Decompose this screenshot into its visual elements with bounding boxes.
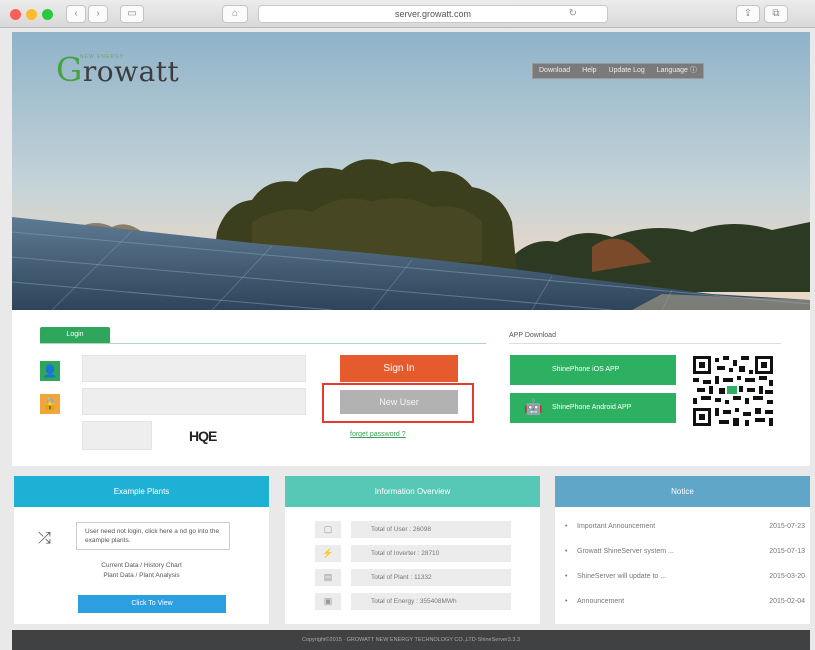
user-icon: ▢ bbox=[315, 521, 341, 538]
plant-icon: ▤ bbox=[315, 569, 341, 586]
share-home-button[interactable]: ⌂ bbox=[222, 5, 248, 23]
top-nav: Download Help Update Log Language ⓘ bbox=[532, 63, 704, 79]
inverter-icon: ⚡ bbox=[315, 545, 341, 562]
forgot-password-link[interactable]: forget password ? bbox=[350, 431, 406, 438]
energy-icon: ▣ bbox=[315, 593, 341, 610]
share-icon: ⇪ bbox=[743, 8, 753, 19]
login-tab[interactable]: Login bbox=[40, 327, 110, 343]
reload-icon[interactable]: ↻ bbox=[569, 6, 577, 22]
ios-app-button[interactable]: ShinePhone iOS APP bbox=[510, 355, 676, 385]
captcha-input[interactable] bbox=[82, 421, 152, 450]
url-text: server.growatt.com bbox=[394, 9, 472, 19]
tabs-icon: ⧉ bbox=[772, 8, 780, 19]
example-note: User need not login, click here a nd go … bbox=[76, 522, 230, 550]
info-row-energy: ▣ Total of Energy : 355408MWh bbox=[315, 593, 511, 610]
example-links-line2: Plant Data / Plant Analysis bbox=[103, 572, 180, 579]
notice-panel: Notice • Important Announcement 2015-07-… bbox=[555, 476, 810, 624]
info-row-user: ▢ Total of User : 26098 bbox=[315, 521, 511, 538]
username-input[interactable] bbox=[82, 355, 306, 382]
notice-header: Notice bbox=[555, 476, 810, 507]
hero-banner: Growatt NEW ENERGY Download Help Update … bbox=[12, 32, 810, 310]
close-window-button[interactable] bbox=[10, 9, 21, 20]
captcha-image[interactable]: HQE bbox=[189, 428, 217, 444]
example-plants-header: Example Plants bbox=[14, 476, 269, 507]
information-overview-panel: Information Overview ▢ Total of User : 2… bbox=[285, 476, 540, 624]
info-row-inverter: ⚡ Total of Inverter : 28710 bbox=[315, 545, 511, 562]
nav-language[interactable]: Language ⓘ bbox=[651, 64, 703, 78]
example-plants-panel: Example Plants ⤮ User need not login, cl… bbox=[14, 476, 269, 624]
url-bar[interactable]: server.growatt.com ↻ bbox=[258, 5, 608, 23]
share-button[interactable]: ⇪ bbox=[736, 5, 760, 23]
click-to-view-button[interactable]: Click To View bbox=[78, 595, 226, 613]
sign-in-button[interactable]: Sign In bbox=[340, 355, 458, 382]
minimize-window-button[interactable] bbox=[26, 9, 37, 20]
back-button[interactable]: ‹ bbox=[66, 5, 86, 23]
app-download-title: APP Download bbox=[509, 332, 556, 339]
browser-toolbar: ‹ › ▭ ⌂ server.growatt.com ↻ ⇪ ⧉ bbox=[0, 0, 815, 28]
login-divider bbox=[40, 343, 486, 344]
user-icon: 👤 bbox=[40, 361, 60, 381]
lock-icon: 🔒 bbox=[40, 394, 60, 414]
new-user-button[interactable]: New User bbox=[340, 390, 458, 414]
tabs-button[interactable]: ⧉ bbox=[764, 5, 788, 23]
footer: Copyright©2015 · GROWATT NEW ENERGY TECH… bbox=[12, 630, 810, 650]
zoom-window-button[interactable] bbox=[42, 9, 53, 20]
information-overview-header: Information Overview bbox=[285, 476, 540, 507]
forward-button[interactable]: › bbox=[88, 5, 108, 23]
shuffle-icon: ⤮ bbox=[38, 530, 51, 547]
app-download-divider bbox=[509, 343, 781, 344]
sidebar-icon: ▭ bbox=[127, 8, 137, 19]
back-chevron-icon: ‹ bbox=[74, 8, 78, 19]
sidebar-button[interactable]: ▭ bbox=[120, 5, 144, 23]
logo-tagline: NEW ENERGY bbox=[80, 54, 125, 60]
password-input[interactable] bbox=[82, 388, 306, 415]
android-icon: 🤖 bbox=[524, 399, 543, 416]
home-icon: ⌂ bbox=[231, 8, 239, 19]
android-app-button[interactable]: 🤖 ShinePhone Android APP bbox=[510, 393, 676, 423]
forward-chevron-icon: › bbox=[96, 8, 100, 19]
example-links-line1: Current Data / History Chart bbox=[101, 562, 182, 569]
login-panel: Login 👤 🔒 HQE Sign In New User forget pa… bbox=[12, 310, 810, 466]
nav-update-log[interactable]: Update Log bbox=[603, 64, 651, 78]
nav-help[interactable]: Help bbox=[576, 64, 602, 78]
info-row-plant: ▤ Total of Plant : 11332 bbox=[315, 569, 511, 586]
nav-download[interactable]: Download bbox=[533, 64, 576, 78]
qr-code[interactable] bbox=[693, 356, 773, 426]
